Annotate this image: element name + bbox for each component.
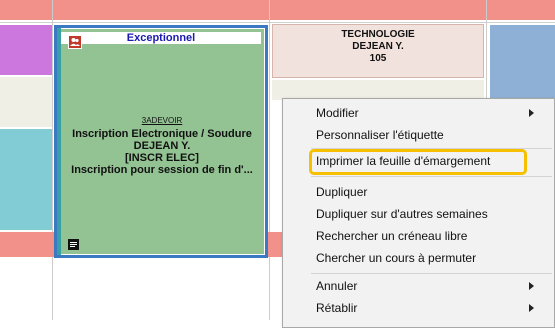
chevron-right-icon	[529, 304, 534, 312]
menu-item-label: Chercher un cours à permuter	[316, 251, 477, 265]
card-color-stripe	[57, 28, 61, 255]
grid-cell-course[interactable]	[0, 77, 52, 127]
menu-item-modifier[interactable]: Modifier	[283, 102, 554, 124]
people-icon	[68, 35, 82, 49]
chevron-right-icon	[529, 109, 534, 117]
course-card-technologie[interactable]: TECHNOLOGIE DEJEAN Y. 105	[272, 24, 484, 78]
course-subject: TECHNOLOGIE	[341, 29, 415, 40]
grid-cell-course[interactable]	[272, 80, 484, 100]
course-title: Inscription Electronique / Soudure	[72, 128, 252, 140]
menu-item-retablir[interactable]: Rétablir	[283, 297, 554, 319]
menu-item-label: Modifier	[316, 106, 359, 120]
grid-cell-course[interactable]	[0, 25, 52, 75]
menu-item-label: Dupliquer sur d'autres semaines	[316, 207, 488, 221]
grid-row-line	[0, 22, 555, 23]
menu-item-label: Personnaliser l'étiquette	[316, 128, 444, 142]
course-room: 105	[369, 53, 387, 64]
chevron-right-icon	[529, 282, 534, 290]
highlight-annotation	[309, 149, 527, 175]
menu-separator	[311, 273, 552, 274]
course-card-selected[interactable]: Exceptionnel 3ADEVOIR Inscription Electr…	[54, 25, 268, 258]
menu-item-annuler[interactable]: Annuler	[283, 275, 554, 297]
course-group: [INSCR ELEC]	[125, 152, 199, 164]
menu-item-dupliquer[interactable]: Dupliquer	[283, 181, 554, 203]
grid-column-line	[269, 0, 270, 320]
menu-item-chercher-permuter[interactable]: Chercher un cours à permuter	[283, 247, 554, 269]
menu-item-dupliquer-semaines[interactable]: Dupliquer sur d'autres semaines	[283, 203, 554, 225]
menu-item-label: Dupliquer	[316, 185, 368, 199]
course-teacher: DEJEAN Y.	[352, 41, 404, 52]
menu-item-label: Annuler	[316, 279, 358, 293]
course-teacher: DEJEAN Y.	[133, 140, 191, 152]
card-body: 3ADEVOIR Inscription Electronique / Soud…	[63, 116, 261, 176]
grid-cell-course[interactable]	[0, 129, 52, 230]
card-header: Exceptionnel	[61, 32, 261, 44]
menu-item-rechercher-creneau[interactable]: Rechercher un créneau libre	[283, 225, 554, 247]
menu-separator	[311, 176, 552, 177]
grid-column-line	[52, 0, 53, 320]
grid-header-row	[0, 0, 555, 20]
course-code: 3ADEVOIR	[141, 116, 183, 125]
context-menu: Modifier Personnaliser l'étiquette Impri…	[282, 98, 555, 328]
menu-item-label: Rétablir	[316, 301, 358, 315]
menu-item-personnaliser[interactable]: Personnaliser l'étiquette	[283, 124, 554, 146]
note-icon[interactable]	[68, 239, 79, 250]
menu-item-label: Rechercher un créneau libre	[316, 229, 468, 243]
course-note: Inscription pour session de fin d'...	[71, 164, 253, 176]
